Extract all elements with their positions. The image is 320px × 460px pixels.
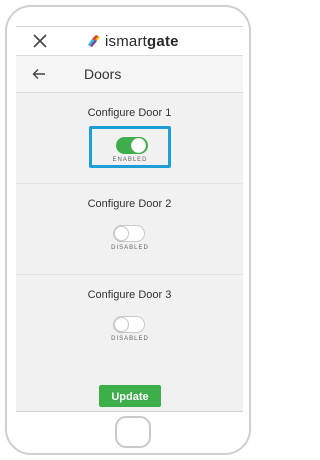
door-toggle-frame: ENABLED xyxy=(89,126,171,168)
toggle-knob xyxy=(131,138,146,153)
door-2-toggle[interactable] xyxy=(113,225,145,242)
update-button[interactable]: Update xyxy=(99,385,161,407)
arrow-left-icon[interactable] xyxy=(32,68,46,80)
phone-frame: ismartgate Doors Configure Door 1 ENABLE… xyxy=(5,5,251,455)
door-toggle-frame: DISABLED xyxy=(89,308,171,350)
door-section-2: Configure Door 2 DISABLED xyxy=(16,184,243,275)
door-title: Configure Door 1 xyxy=(87,107,172,119)
app-screen: ismartgate Doors Configure Door 1 ENABLE… xyxy=(16,26,243,412)
toggle-knob xyxy=(114,226,129,241)
ismartgate-logo-icon xyxy=(88,35,100,47)
page-header: Doors xyxy=(16,56,243,93)
brand: ismartgate xyxy=(86,32,179,50)
door-3-toggle[interactable] xyxy=(113,316,145,333)
app-header: ismartgate xyxy=(16,27,243,56)
home-button[interactable] xyxy=(115,416,151,448)
brand-name: ismartgate xyxy=(105,33,179,50)
door-section-3: Configure Door 3 DISABLED xyxy=(16,275,243,365)
toggle-knob xyxy=(114,317,129,332)
brand-suffix: gate xyxy=(147,32,179,50)
door-title: Configure Door 2 xyxy=(87,198,172,210)
door-state-label: ENABLED xyxy=(112,157,148,163)
door-title: Configure Door 3 xyxy=(87,289,172,301)
door-toggle-frame: DISABLED xyxy=(89,217,171,259)
door-section-1: Configure Door 1 ENABLED xyxy=(16,93,243,184)
brand-prefix: ismart xyxy=(105,32,148,50)
door-state-label: DISABLED xyxy=(111,245,149,251)
page-title: Doors xyxy=(84,66,122,82)
close-icon[interactable] xyxy=(33,34,47,48)
door-1-toggle[interactable] xyxy=(116,137,148,154)
door-state-label: DISABLED xyxy=(111,336,149,342)
